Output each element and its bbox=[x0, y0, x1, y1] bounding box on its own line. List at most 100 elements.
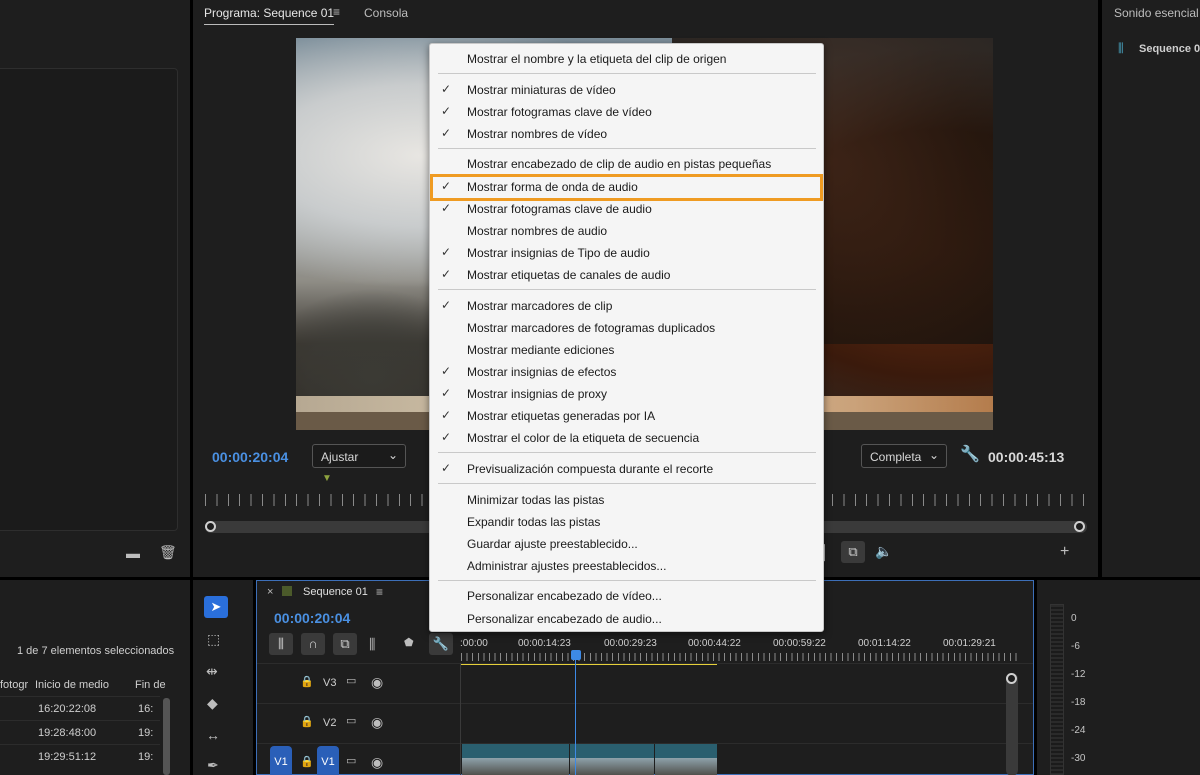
menu-item-label: Mostrar nombres de vídeo bbox=[467, 127, 608, 141]
timeline-timecode[interactable]: 00:00:20:04 bbox=[274, 610, 350, 626]
bin-view bbox=[0, 68, 178, 531]
menu-item-audio-channel-labels[interactable]: ✓ Mostrar etiquetas de canales de audio bbox=[430, 264, 823, 284]
check-icon: ✓ bbox=[441, 104, 452, 118]
tools-panel: ➤ ⬚ ⇹ ◆ ↔ ✒ bbox=[193, 580, 253, 775]
menu-item-proxy-badges[interactable]: ✓ Mostrar insignias de proxy bbox=[430, 383, 823, 403]
chevron-down-icon: ⌄ bbox=[387, 448, 398, 462]
menu-item-show-source-clip-name[interactable]: Mostrar el nombre y la etiqueta del clip… bbox=[430, 48, 823, 68]
quality-dropdown[interactable]: Completa ⌄ bbox=[861, 444, 947, 468]
audio-meter-panel bbox=[1037, 580, 1200, 775]
captions-icon[interactable]: ⫼ bbox=[369, 637, 375, 651]
timeline-ruler[interactable]: :00:00 00:00:14:23 00:00:29:23 00:00:44:… bbox=[460, 631, 1033, 667]
volume-icon[interactable]: 🔈 bbox=[875, 544, 892, 558]
menu-item-duplicate-frame-markers[interactable]: Mostrar marcadores de fotogramas duplica… bbox=[430, 317, 823, 337]
menu-item-expand-tracks[interactable]: Expandir todas las pistas bbox=[430, 511, 823, 531]
vertical-scroll-handle[interactable] bbox=[1006, 673, 1017, 684]
source-patch-v1[interactable]: V1 bbox=[270, 746, 292, 775]
project-panel: 1 de 7 elementos seleccionados fotogr In… bbox=[0, 580, 190, 775]
column-header-media-end[interactable]: Fin de bbox=[135, 679, 166, 691]
clip-thumbnail bbox=[655, 758, 717, 775]
table-row[interactable]: 19:28:48:00 19: bbox=[0, 720, 160, 744]
sync-lock-icon[interactable]: ▭ bbox=[346, 756, 356, 767]
menu-separator bbox=[438, 452, 816, 453]
program-current-timecode[interactable]: 00:00:20:04 bbox=[212, 449, 288, 465]
project-scrollbar[interactable] bbox=[163, 698, 170, 775]
tab-program[interactable]: Programa: Sequence 01 bbox=[204, 6, 335, 25]
ruler-label: 00:00:44:22 bbox=[688, 638, 741, 649]
linked-selection-button[interactable]: ⧉ bbox=[333, 633, 357, 655]
clip-thumbnail bbox=[462, 758, 569, 775]
menu-item-composite-preview-trim[interactable]: ✓ Previsualización compuesta durante el … bbox=[430, 458, 823, 478]
track-target-v1[interactable]: V1 bbox=[317, 746, 339, 775]
menu-item-label: Mostrar fotogramas clave de audio bbox=[467, 202, 652, 216]
meter-label: -30 bbox=[1071, 753, 1086, 764]
menu-item-label: Mostrar miniaturas de vídeo bbox=[467, 83, 616, 97]
menu-separator bbox=[438, 289, 816, 290]
tab-console[interactable]: Consola bbox=[364, 6, 408, 20]
slip-tool-icon[interactable]: ↔ bbox=[206, 728, 220, 742]
scroll-start-handle[interactable] bbox=[205, 521, 216, 532]
eye-icon[interactable]: ◉ bbox=[371, 755, 383, 769]
menu-item-video-keyframes[interactable]: ✓ Mostrar fotogramas clave de vídeo bbox=[430, 101, 823, 121]
ripple-edit-tool-icon[interactable]: ⇹ bbox=[206, 664, 218, 678]
razor-tool-icon[interactable]: ◆ bbox=[207, 696, 218, 710]
add-button-icon[interactable]: + bbox=[1060, 544, 1069, 560]
track-select-tool-icon[interactable]: ⬚ bbox=[207, 632, 220, 646]
menu-item-audio-type-badges[interactable]: ✓ Mostrar insignias de Tipo de audio bbox=[430, 242, 823, 262]
snap-magnet-button[interactable]: ∩ bbox=[301, 633, 325, 655]
column-header-media-start[interactable]: Inicio de medio bbox=[35, 679, 109, 691]
menu-item-sequence-label-color[interactable]: ✓ Mostrar el color de la etiqueta de sec… bbox=[430, 427, 823, 447]
sync-lock-icon[interactable]: ▭ bbox=[346, 716, 356, 727]
scroll-end-handle[interactable] bbox=[1074, 521, 1085, 532]
menu-item-customize-video-header[interactable]: Personalizar encabezado de vídeo... bbox=[430, 585, 823, 605]
menu-item-through-edits[interactable]: Mostrar mediante ediciones bbox=[430, 339, 823, 359]
export-frame-button[interactable]: ⧉ bbox=[841, 541, 865, 563]
essential-sound-title[interactable]: Sonido esencial bbox=[1114, 6, 1199, 20]
menu-item-effect-badges[interactable]: ✓ Mostrar insignias de efectos bbox=[430, 361, 823, 381]
table-row[interactable]: 16:20:22:08 16: bbox=[0, 696, 160, 720]
essential-sound-sequence[interactable]: Sequence 01 bbox=[1139, 43, 1200, 55]
track-v3[interactable]: 🔒 V3 ▭ ◉ bbox=[257, 663, 1033, 703]
add-marker-icon[interactable]: ⬟ bbox=[404, 638, 414, 649]
timeline-clip[interactable]: Sample Med... fx bbox=[462, 744, 569, 775]
eye-icon[interactable]: ◉ bbox=[371, 715, 383, 729]
playhead-line[interactable] bbox=[575, 660, 576, 775]
menu-item-video-names[interactable]: ✓ Mostrar nombres de vídeo bbox=[430, 123, 823, 143]
timeline-clip[interactable]: Sample... fx bbox=[570, 744, 654, 775]
lock-icon[interactable]: 🔒 bbox=[300, 677, 314, 688]
close-icon[interactable]: × bbox=[267, 587, 273, 598]
menu-item-audio-names[interactable]: Mostrar nombres de audio bbox=[430, 220, 823, 240]
timeline-vertical-scrollbar[interactable] bbox=[1006, 673, 1018, 775]
playhead-marker-icon[interactable]: ▼ bbox=[322, 474, 332, 484]
track-v2[interactable]: 🔒 V2 ▭ ◉ bbox=[257, 703, 1033, 743]
pen-tool-icon[interactable]: ✒ bbox=[207, 758, 219, 772]
eye-icon[interactable]: ◉ bbox=[371, 675, 383, 689]
new-bin-folder-icon[interactable]: ▬ bbox=[126, 546, 140, 560]
trash-icon[interactable]: 🗑 bbox=[159, 545, 177, 559]
menu-item-audio-clip-header[interactable]: Mostrar encabezado de clip de audio en p… bbox=[430, 153, 823, 173]
column-header-frames[interactable]: fotogr bbox=[0, 679, 28, 691]
lock-icon[interactable]: 🔒 bbox=[300, 757, 314, 768]
sync-lock-icon[interactable]: ▭ bbox=[346, 676, 356, 687]
timeline-tab-sequence[interactable]: Sequence 01 bbox=[303, 586, 368, 598]
menu-item-minimize-tracks[interactable]: Minimizar todas las pistas bbox=[430, 489, 823, 509]
menu-item-customize-audio-header[interactable]: Personalizar encabezado de audio... bbox=[430, 608, 823, 628]
menu-item-clip-markers[interactable]: ✓ Mostrar marcadores de clip bbox=[430, 295, 823, 315]
panel-menu-icon[interactable]: ≡ bbox=[376, 586, 383, 598]
selection-tool-button[interactable]: ➤ bbox=[204, 596, 228, 618]
timeline-settings-wrench-button[interactable]: 🔧 bbox=[429, 633, 453, 655]
panel-menu-icon[interactable]: ≡ bbox=[333, 6, 340, 18]
menu-item-manage-presets[interactable]: Administrar ajustes preestablecidos... bbox=[430, 555, 823, 575]
menu-item-ai-labels[interactable]: ✓ Mostrar etiquetas generadas por IA bbox=[430, 405, 823, 425]
insert-nest-button[interactable]: ⫼ bbox=[269, 633, 293, 655]
table-row[interactable]: 19:29:51:12 19: bbox=[0, 744, 160, 768]
playhead-handle[interactable] bbox=[571, 650, 581, 660]
menu-item-video-thumbnails[interactable]: ✓ Mostrar miniaturas de vídeo bbox=[430, 79, 823, 99]
fit-dropdown[interactable]: Ajustar ⌄ bbox=[312, 444, 406, 468]
menu-item-audio-keyframes[interactable]: ✓ Mostrar fotogramas clave de audio bbox=[430, 198, 823, 218]
timeline-clip[interactable]: S... fx bbox=[655, 744, 717, 775]
lock-icon[interactable]: 🔒 bbox=[300, 717, 314, 728]
wrench-icon[interactable]: 🔧 bbox=[960, 447, 980, 463]
menu-item-save-preset[interactable]: Guardar ajuste preestablecido... bbox=[430, 533, 823, 553]
meter-label: -12 bbox=[1071, 669, 1086, 680]
